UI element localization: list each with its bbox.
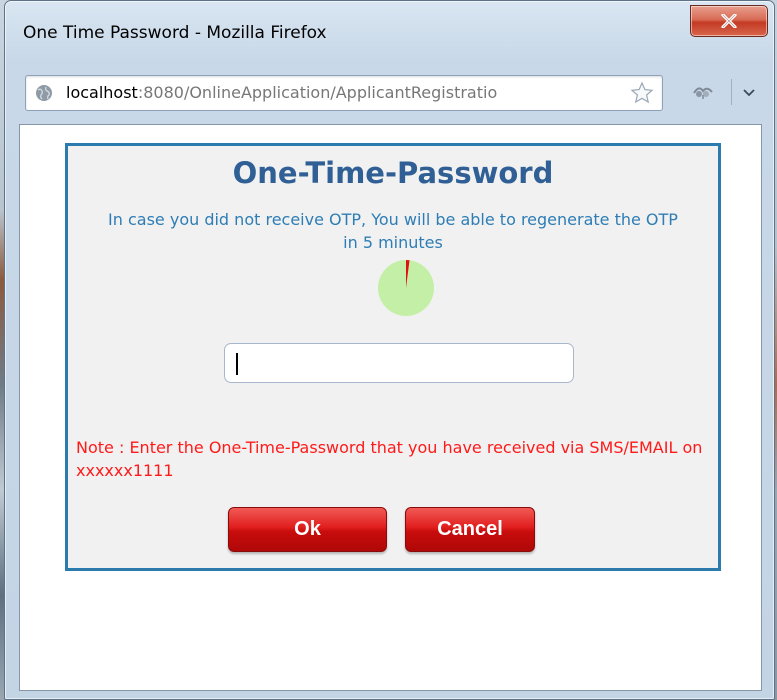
chevron-down-icon[interactable] [743,89,755,97]
otp-input[interactable] [224,343,574,383]
star-icon[interactable] [630,81,654,105]
dialog-title: One-Time-Password [232,156,554,190]
otp-dialog: One-Time-Password In case you did not re… [65,143,721,571]
title-bar[interactable]: One Time Password - Mozilla Firefox [5,1,774,61]
url-text[interactable]: localhost:8080/OnlineApplication/Applica… [66,83,626,102]
url-host: localhost [66,83,138,102]
cancel-button[interactable]: Cancel [405,507,535,552]
window-title: One Time Password - Mozilla Firefox [23,23,327,43]
text-cursor [236,353,238,375]
countdown-timer [378,260,434,316]
close-icon [721,14,737,28]
regenerate-info-text: In case you did not receive OTP, You wil… [108,210,678,252]
close-button[interactable] [690,5,768,37]
page-content: One-Time-Password In case you did not re… [19,124,762,691]
addon-icon[interactable] [691,83,715,101]
url-path: :8080/OnlineApplication/ApplicantRegistr… [137,83,498,102]
url-bar[interactable]: localhost:8080/OnlineApplication/Applica… [25,75,663,111]
toolbar-separator [731,79,732,105]
otp-note: Note : Enter the One-Time-Password that … [76,438,703,480]
ok-button[interactable]: Ok [228,507,387,552]
firefox-popup-window: One Time Password - Mozilla Firefox loca… [4,0,775,700]
globe-icon [36,85,52,101]
